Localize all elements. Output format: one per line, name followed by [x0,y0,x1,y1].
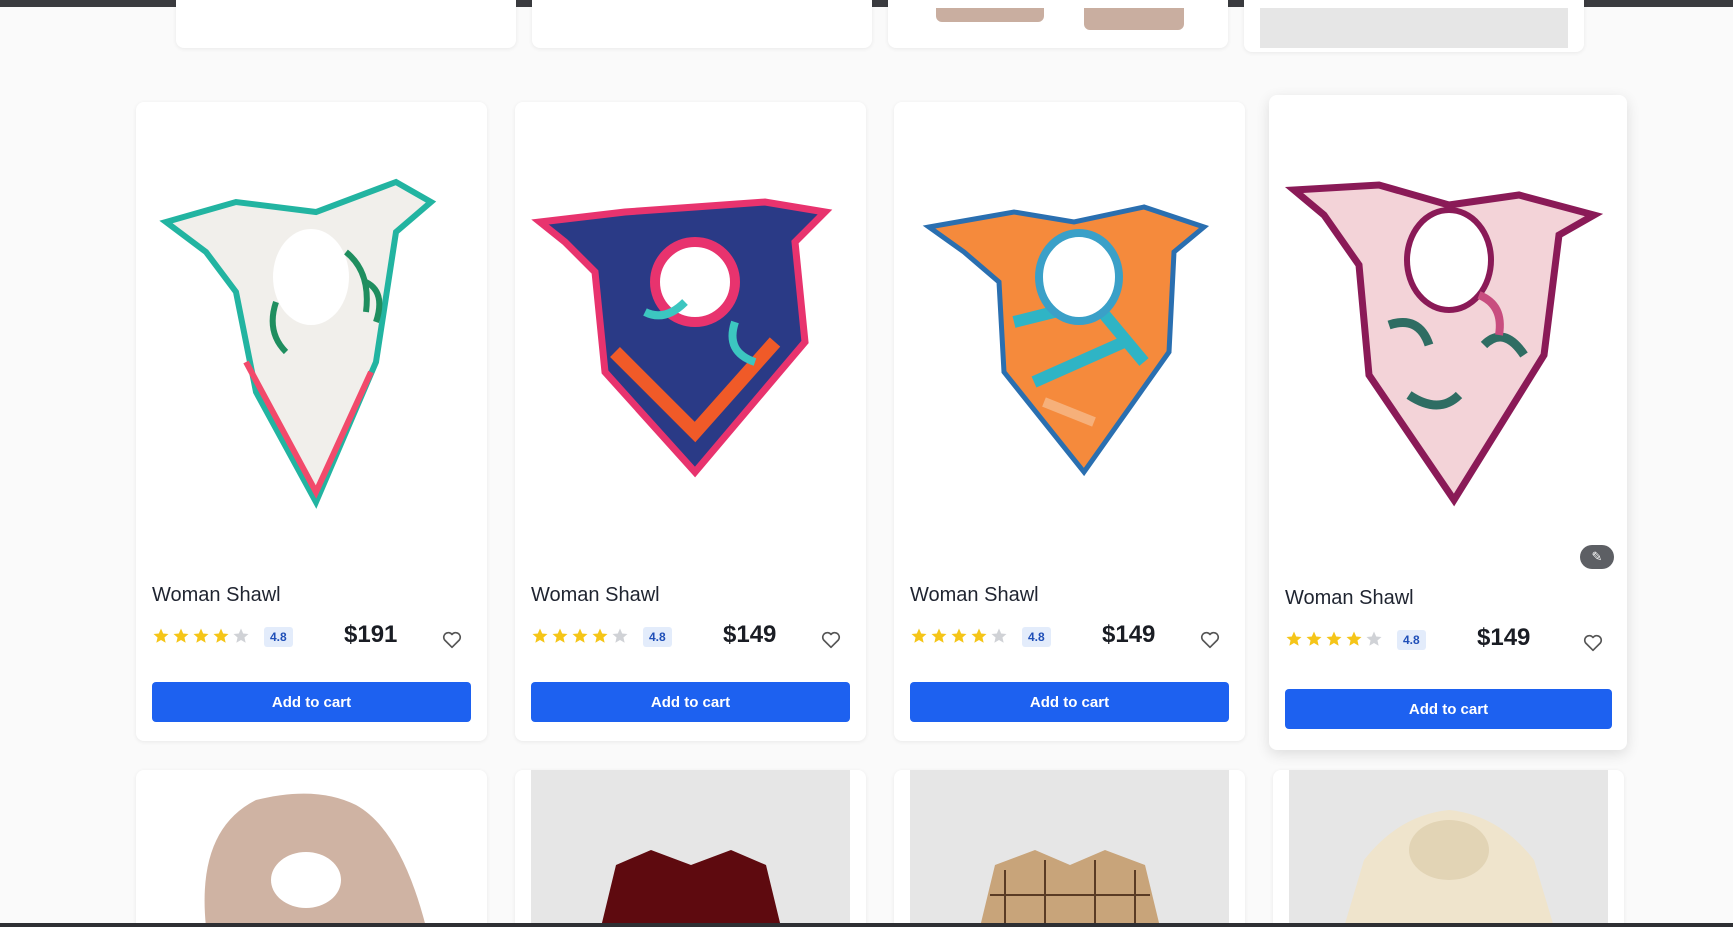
product-image-partial[interactable] [1289,770,1608,927]
star-icon [213,628,229,643]
star-rating [531,627,629,645]
product-image-partial[interactable] [136,770,487,927]
product-price: $191 [344,621,398,648]
rating-badge: 4.8 [643,627,672,647]
product-image[interactable] [136,102,487,562]
star-icon [1286,631,1302,646]
product-title[interactable]: Woman Shawl [152,584,281,607]
magic-wand-icon[interactable]: ✎ [1580,545,1614,569]
product-card-partial[interactable] [136,770,487,927]
rating-badge: 4.8 [1397,630,1426,650]
product-title[interactable]: Woman Shawl [910,584,1039,607]
product-card-partial[interactable] [532,0,872,48]
star-icon [1366,631,1382,646]
star-icon [911,628,927,643]
product-image[interactable] [1269,95,1627,555]
add-to-cart-button[interactable]: Add to cart [531,682,850,722]
star-icon [931,628,947,643]
star-icon [532,628,548,643]
star-rating [1285,630,1383,648]
heart-icon[interactable] [1199,629,1221,651]
product-card-partial[interactable] [888,0,1228,48]
star-icon [572,628,588,643]
product-image-partial[interactable] [910,770,1229,927]
star-icon [233,628,249,643]
product-image-partial [1084,8,1184,30]
star-icon [552,628,568,643]
product-card-partial[interactable] [894,770,1245,927]
browser-bottom-edge [0,923,1733,927]
add-to-cart-button[interactable]: Add to cart [1285,689,1612,729]
star-icon [1346,631,1362,646]
product-card-partial[interactable] [515,770,866,927]
product-title[interactable]: Woman Shawl [531,584,660,607]
star-rating [910,627,1008,645]
product-image[interactable] [894,102,1245,562]
star-icon [153,628,169,643]
heart-icon[interactable] [441,629,463,651]
product-card[interactable]: ✎ Woman Shawl 4.8 $149 Add to cart [1269,95,1627,750]
product-card[interactable]: Woman Shawl 4.8 $191 Add to cart [136,102,487,741]
star-icon [173,628,189,643]
product-image-partial [936,8,1044,22]
heart-icon[interactable] [820,629,842,651]
star-icon [612,628,628,643]
product-image-partial[interactable] [531,770,850,927]
product-card-partial[interactable] [176,0,516,48]
star-icon [951,628,967,643]
star-icon [193,628,209,643]
star-icon [991,628,1007,643]
star-icon [592,628,608,643]
product-title[interactable]: Woman Shawl [1285,587,1414,610]
rating-badge: 4.8 [264,627,293,647]
product-price: $149 [1477,624,1531,651]
add-to-cart-button[interactable]: Add to cart [152,682,471,722]
star-icon [1326,631,1342,646]
product-card-partial[interactable] [1244,0,1584,52]
product-price: $149 [1102,621,1156,648]
product-price: $149 [723,621,777,648]
product-card[interactable]: Woman Shawl 4.8 $149 Add to cart [515,102,866,741]
rating-badge: 4.8 [1022,627,1051,647]
product-card[interactable]: Woman Shawl 4.8 $149 Add to cart [894,102,1245,741]
add-to-cart-button[interactable]: Add to cart [910,682,1229,722]
star-icon [1306,631,1322,646]
product-image[interactable] [515,102,866,562]
product-card-partial[interactable] [1273,770,1624,927]
product-image-partial [1260,8,1568,48]
star-icon [971,628,987,643]
star-rating [152,627,250,645]
heart-icon[interactable] [1582,632,1604,654]
